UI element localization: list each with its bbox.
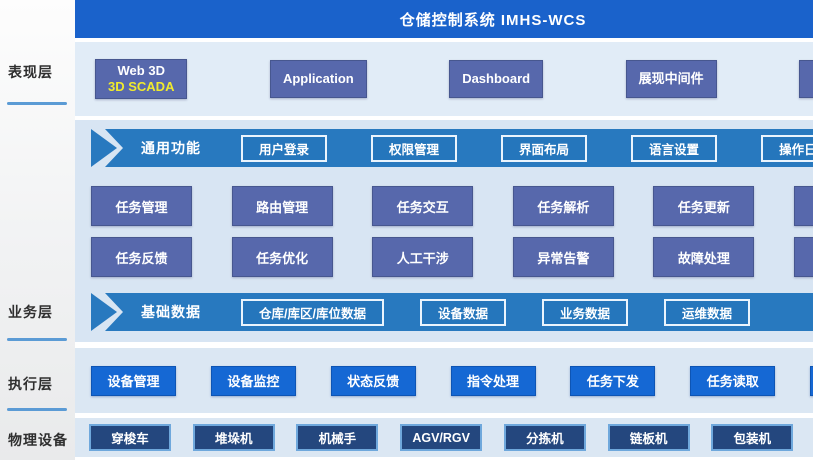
agv-rgv-button[interactable]: AGV/RGV [400,424,482,451]
sorter-button[interactable]: 分拣机 [504,424,586,451]
packing-machine-button[interactable]: 包装机 [711,424,793,451]
task-mgmt-button[interactable]: 任务管理 [91,186,192,226]
layer-label-devices: 物理设备 [8,430,68,450]
layer-label-business: 业务层 [8,302,53,322]
more-tasks-button[interactable]: …… [794,237,813,277]
task-read-button[interactable]: 任务读取 [690,366,775,396]
fault-handling-button[interactable]: 故障处理 [653,237,754,277]
web3d-scada-button[interactable]: Web 3D 3D SCADA [95,59,187,100]
api-portal-button[interactable]: API Portal [799,60,813,98]
task-row-1: 任务管理 路由管理 任务交互 任务解析 任务更新 任务查询 [75,186,813,226]
task-feedback-button[interactable]: 任务反馈 [91,237,192,277]
common-functions-arrow: 通用功能 用户登录 权限管理 界面布局 语言设置 操作日志 [105,129,813,167]
task-parse-button[interactable]: 任务解析 [513,186,614,226]
devices-band: 穿梭车 堆垛机 机械手 AGV/RGV 分拣机 链板机 包装机 ……. [75,418,813,457]
wcs-architecture-diagram: 表现层 业务层 执行层 物理设备 仓储控制系统 IMHS-WCS Web 3D … [0,0,813,460]
device-mgmt-button[interactable]: 设备管理 [91,366,176,396]
user-login-tag[interactable]: 用户登录 [241,135,327,162]
task-optimize-button[interactable]: 任务优化 [232,237,333,277]
base-data-arrow: 基础数据 仓库/库区/库位数据 设备数据 业务数据 运维数据 [105,293,813,331]
warehouse-data-tag[interactable]: 仓库/库区/库位数据 [241,299,384,326]
layer-divider [7,338,67,341]
scada-label: 3D SCADA [108,79,174,95]
execution-band: 设备管理 设备监控 状态反馈 指令处理 任务下发 任务读取 实时通信 [75,348,813,413]
exception-alarm-button[interactable]: 异常告警 [513,237,614,277]
stacker-crane-button[interactable]: 堆垛机 [193,424,275,451]
command-process-button[interactable]: 指令处理 [451,366,536,396]
shuttle-car-button[interactable]: 穿梭车 [89,424,171,451]
manual-intervention-button[interactable]: 人工干涉 [372,237,473,277]
task-query-button[interactable]: 任务查询 [794,186,813,226]
task-row-2: 任务反馈 任务优化 人工干涉 异常告警 故障处理 …… [75,237,813,277]
common-functions-banner: 通用功能 用户登录 权限管理 界面布局 语言设置 操作日志 [91,129,813,167]
web3d-label: Web 3D [118,63,165,79]
route-mgmt-button[interactable]: 路由管理 [232,186,333,226]
application-button[interactable]: Application [270,60,367,98]
language-setting-tag[interactable]: 语言设置 [631,135,717,162]
chain-conveyor-button[interactable]: 链板机 [608,424,690,451]
layer-label-execution: 执行层 [8,374,53,394]
dashboard-button[interactable]: Dashboard [449,60,543,98]
layer-label-presentation: 表现层 [8,62,53,82]
operation-log-tag[interactable]: 操作日志 [761,135,813,162]
layer-rail: 表现层 业务层 执行层 物理设备 [0,0,75,460]
business-band: 通用功能 用户登录 权限管理 界面布局 语言设置 操作日志 任务管理 路由管理 … [75,120,813,342]
middleware-button[interactable]: 展现中间件 [626,60,717,98]
layer-divider [7,102,67,105]
layer-divider [7,408,67,411]
device-monitor-button[interactable]: 设备监控 [211,366,296,396]
main-panel: 仓储控制系统 IMHS-WCS Web 3D 3D SCADA Applicat… [75,0,813,460]
permission-mgmt-tag[interactable]: 权限管理 [371,135,457,162]
business-data-tag[interactable]: 业务数据 [542,299,628,326]
presentation-band: Web 3D 3D SCADA Application Dashboard 展现… [75,42,813,116]
robot-arm-button[interactable]: 机械手 [296,424,378,451]
task-update-button[interactable]: 任务更新 [653,186,754,226]
equipment-data-tag[interactable]: 设备数据 [420,299,506,326]
base-data-label: 基础数据 [141,302,201,322]
status-feedback-button[interactable]: 状态反馈 [331,366,416,396]
task-dispatch-button[interactable]: 任务下发 [570,366,655,396]
ui-layout-tag[interactable]: 界面布局 [501,135,587,162]
task-interact-button[interactable]: 任务交互 [372,186,473,226]
common-functions-label: 通用功能 [141,138,201,158]
page-title: 仓储控制系统 IMHS-WCS [75,0,813,38]
ops-data-tag[interactable]: 运维数据 [664,299,750,326]
base-data-banner: 基础数据 仓库/库区/库位数据 设备数据 业务数据 运维数据 [91,293,813,331]
